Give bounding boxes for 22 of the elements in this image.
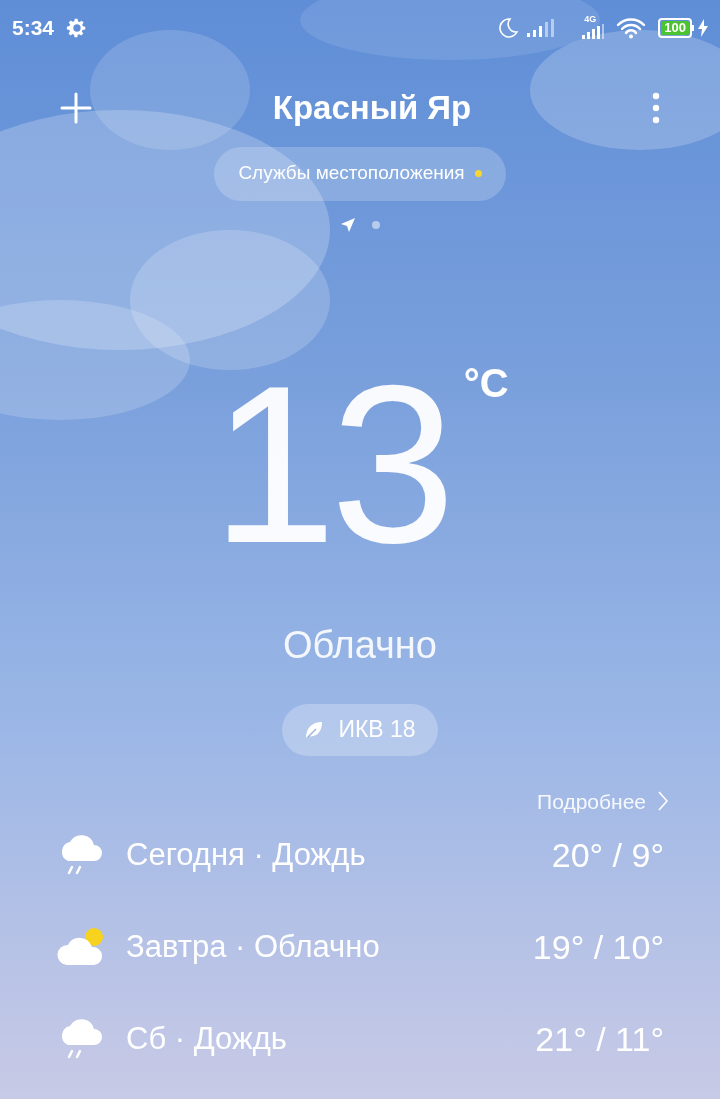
temperature: 13 bbox=[211, 358, 450, 569]
network-type: 4G bbox=[584, 15, 597, 24]
details-link[interactable]: Подробнее bbox=[537, 785, 668, 817]
forecast-day: Завтра · Облачно bbox=[126, 923, 533, 971]
moon-icon bbox=[496, 15, 521, 40]
signal-icon bbox=[526, 17, 555, 38]
chevron-right-icon bbox=[658, 791, 668, 812]
location-arrow-icon[interactable] bbox=[340, 216, 356, 233]
forecast-day: Сб · Дождь bbox=[126, 1015, 536, 1063]
battery-level: 100 bbox=[661, 20, 689, 35]
temperature-unit: °C bbox=[463, 362, 509, 407]
location-services-chip[interactable]: Службы местоположения bbox=[214, 146, 506, 201]
weather-condition: Облачно bbox=[283, 622, 437, 668]
air-quality-chip[interactable]: ИКВ 18 bbox=[282, 703, 438, 756]
leaf-icon bbox=[304, 719, 325, 740]
wifi-icon bbox=[616, 16, 647, 39]
city-title: Красный Яр bbox=[272, 88, 472, 128]
forecast-temperatures: 19° / 10° bbox=[532, 926, 664, 968]
forecast-temperatures: 20° / 9° bbox=[551, 834, 664, 876]
status-time: 5:34 bbox=[12, 14, 55, 41]
forecast-temperatures: 21° / 11° bbox=[535, 1018, 664, 1060]
forecast-day: Сегодня · Дождь bbox=[126, 831, 552, 879]
